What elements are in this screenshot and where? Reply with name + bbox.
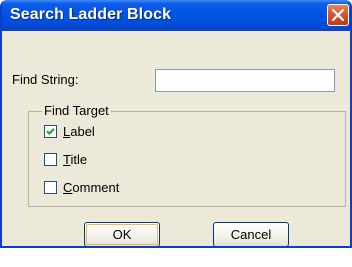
checkmark-icon xyxy=(46,127,55,135)
title-checkbox[interactable] xyxy=(44,152,57,166)
label-checkbox[interactable] xyxy=(44,124,57,138)
find-string-input[interactable] xyxy=(155,69,335,92)
find-string-label: Find String: xyxy=(12,72,79,87)
comment-checkbox-row[interactable]: Comment xyxy=(44,179,119,195)
title-text: itle xyxy=(70,151,88,167)
comment-text: omment xyxy=(72,179,120,195)
comment-checkbox[interactable] xyxy=(44,180,57,194)
title-checkbox-row[interactable]: Title xyxy=(44,151,87,167)
comment-checkbox-label: Comment xyxy=(63,180,119,195)
label-checkbox-row[interactable]: Label xyxy=(44,123,95,139)
label-text: abel xyxy=(70,123,95,139)
label-checkbox-label: Label xyxy=(63,124,95,139)
comment-mnemonic: C xyxy=(63,179,73,195)
close-button[interactable] xyxy=(327,4,349,26)
title-checkbox-label: Title xyxy=(63,152,87,167)
ok-button[interactable]: OK xyxy=(84,222,160,246)
search-ladder-block-dialog: Search Ladder Block Find String: Find Ta… xyxy=(0,0,352,248)
find-target-legend: Find Target xyxy=(42,103,111,118)
title-bar[interactable]: Search Ladder Block xyxy=(2,0,350,31)
dialog-title: Search Ladder Block xyxy=(10,6,172,23)
close-icon xyxy=(332,9,344,21)
cancel-button[interactable]: Cancel xyxy=(213,222,289,246)
